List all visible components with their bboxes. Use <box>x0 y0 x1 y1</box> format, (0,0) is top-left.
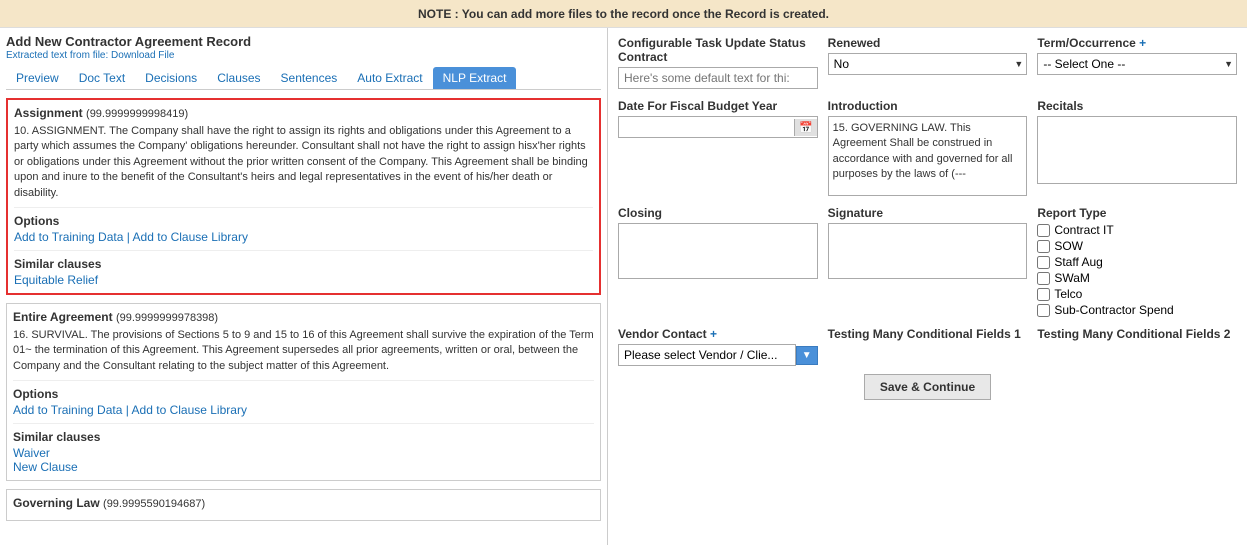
report-type-checkboxes: Contract IT SOW Staff Aug SWaM <box>1037 223 1237 317</box>
clause-governing-title: Governing Law (99.9995590194687) <box>13 496 594 510</box>
report-type-label: Report Type <box>1037 206 1237 220</box>
right-top-grid: Configurable Task Update Status Contract… <box>618 36 1237 89</box>
configurable-task-label: Configurable Task Update Status Contract <box>618 36 818 64</box>
clause-assignment-text: 10. ASSIGNMENT. The Company shall have t… <box>14 124 593 208</box>
similar-link-newclause[interactable]: New Clause <box>13 460 594 474</box>
checkbox-staffaug[interactable]: Staff Aug <box>1037 255 1237 269</box>
renewed-select[interactable]: No Yes <box>828 53 1028 75</box>
testing-fields-2-label: Testing Many Conditional Fields 2 <box>1037 327 1237 341</box>
testing-fields-1-group: Testing Many Conditional Fields 1 <box>828 327 1028 341</box>
calendar-icon[interactable]: 📅 <box>794 119 817 136</box>
clause-assignment-similar-links: Equitable Relief <box>14 273 593 287</box>
date-fiscal-group: Date For Fiscal Budget Year 📅 <box>618 99 818 196</box>
right-lower-grid: Closing Signature Report Type Contract I… <box>618 206 1237 317</box>
page-subtitle: Extracted text from file: Download File <box>6 50 601 61</box>
tab-decisions[interactable]: Decisions <box>135 67 207 89</box>
report-type-group: Report Type Contract IT SOW Staff Aug <box>1037 206 1237 317</box>
configurable-task-group: Configurable Task Update Status Contract <box>618 36 818 89</box>
configurable-task-input[interactable] <box>618 67 818 89</box>
tab-preview[interactable]: Preview <box>6 67 69 89</box>
left-panel: Add New Contractor Agreement Record Extr… <box>0 28 608 545</box>
testing-fields-1-label: Testing Many Conditional Fields 1 <box>828 327 1028 341</box>
similar-link-waiver[interactable]: Waiver <box>13 446 594 460</box>
banner-text: NOTE : You can add more files to the rec… <box>418 7 829 21</box>
renewed-select-wrapper: No Yes <box>828 53 1028 75</box>
renewed-group: Renewed No Yes <box>828 36 1028 89</box>
recitals-textarea[interactable] <box>1037 116 1237 184</box>
right-bottom-grid: Vendor Contact + Please select Vendor / … <box>618 327 1237 366</box>
top-banner: NOTE : You can add more files to the rec… <box>0 0 1247 28</box>
tab-doctext[interactable]: Doc Text <box>69 67 135 89</box>
vendor-dropdown-btn[interactable]: ▼ <box>796 346 818 365</box>
add-to-training-data-link-1[interactable]: Add to Training Data <box>14 230 123 244</box>
date-input-wrapper: 📅 <box>618 116 818 138</box>
tab-bar: Preview Doc Text Decisions Clauses Sente… <box>6 67 601 90</box>
date-fiscal-input[interactable] <box>619 117 794 137</box>
clause-assignment-title: Assignment (99.9999999998419) <box>14 106 593 120</box>
page-title: Add New Contractor Agreement Record <box>6 34 601 49</box>
clause-entire-options-links: Add to Training Data | Add to Clause Lib… <box>13 403 594 424</box>
clause-entire-title: Entire Agreement (99.9999999978398) <box>13 310 594 324</box>
clause-entire-similar-label: Similar clauses <box>13 430 594 444</box>
testing-fields-2-group: Testing Many Conditional Fields 2 <box>1037 327 1237 341</box>
signature-label: Signature <box>828 206 1028 220</box>
clause-assignment: Assignment (99.9999999998419) 10. ASSIGN… <box>6 98 601 295</box>
tab-nlpextract[interactable]: NLP Extract <box>433 67 517 89</box>
introduction-label: Introduction <box>828 99 1028 113</box>
vendor-select[interactable]: Please select Vendor / Clie... <box>618 344 796 366</box>
checkbox-contract-it[interactable]: Contract IT <box>1037 223 1237 237</box>
tab-autoextract[interactable]: Auto Extract <box>347 67 432 89</box>
checkbox-staffaug-input[interactable] <box>1037 256 1050 269</box>
vendor-select-wrapper: Please select Vendor / Clie... ▼ <box>618 344 818 366</box>
checkbox-sow[interactable]: SOW <box>1037 239 1237 253</box>
recitals-group: Recitals <box>1037 99 1237 196</box>
save-continue-button[interactable]: Save & Continue <box>864 374 991 400</box>
checkbox-sow-input[interactable] <box>1037 240 1050 253</box>
date-fiscal-label: Date For Fiscal Budget Year <box>618 99 818 113</box>
term-occurrence-group: Term/Occurrence + -- Select One -- Optio… <box>1037 36 1237 89</box>
clause-assignment-options-label: Options <box>14 214 593 228</box>
checkbox-subcontractor[interactable]: Sub-Contractor Spend <box>1037 303 1237 317</box>
clause-entire-text: 16. SURVIVAL. The provisions of Sections… <box>13 328 594 381</box>
clause-entire-options-label: Options <box>13 387 594 401</box>
term-occurrence-select[interactable]: -- Select One -- Option 1 Option 2 <box>1037 53 1237 75</box>
term-occurrence-label: Term/Occurrence + <box>1037 36 1237 50</box>
signature-group: Signature <box>828 206 1028 317</box>
vendor-contact-label: Vendor Contact + <box>618 327 818 341</box>
tab-clauses[interactable]: Clauses <box>207 67 270 89</box>
right-mid-grid: Date For Fiscal Budget Year 📅 Introducti… <box>618 99 1237 196</box>
term-occurrence-select-wrapper: -- Select One -- Option 1 Option 2 <box>1037 53 1237 75</box>
clause-entire-similar-links: Waiver New Clause <box>13 446 594 474</box>
add-to-clause-library-link-1[interactable]: Add to Clause Library <box>133 230 248 244</box>
closing-group: Closing <box>618 206 818 317</box>
closing-label: Closing <box>618 206 818 220</box>
checkbox-swam[interactable]: SWaM <box>1037 271 1237 285</box>
clause-assignment-similar-label: Similar clauses <box>14 257 593 271</box>
vendor-contact-group: Vendor Contact + Please select Vendor / … <box>618 327 818 366</box>
checkbox-telco[interactable]: Telco <box>1037 287 1237 301</box>
term-occurrence-plus-icon[interactable]: + <box>1139 36 1146 50</box>
renewed-label: Renewed <box>828 36 1028 50</box>
similar-link-equitable[interactable]: Equitable Relief <box>14 273 593 287</box>
checkbox-contract-it-input[interactable] <box>1037 224 1050 237</box>
clause-entire-agreement: Entire Agreement (99.9999999978398) 16. … <box>6 303 601 481</box>
clause-governing-law: Governing Law (99.9995590194687) <box>6 489 601 521</box>
clause-assignment-options-links: Add to Training Data | Add to Clause Lib… <box>14 230 593 251</box>
closing-textarea[interactable] <box>618 223 818 279</box>
checkbox-subcontractor-input[interactable] <box>1037 304 1050 317</box>
checkbox-telco-input[interactable] <box>1037 288 1050 301</box>
checkbox-swam-input[interactable] <box>1037 272 1050 285</box>
introduction-text: 15. GOVERNING LAW. This Agreement Shall … <box>828 116 1028 196</box>
right-panel: Configurable Task Update Status Contract… <box>608 28 1247 545</box>
introduction-group: Introduction 15. GOVERNING LAW. This Agr… <box>828 99 1028 196</box>
add-to-training-data-link-2[interactable]: Add to Training Data <box>13 403 122 417</box>
tab-sentences[interactable]: Sentences <box>271 67 348 89</box>
add-to-clause-library-link-2[interactable]: Add to Clause Library <box>132 403 247 417</box>
vendor-contact-plus-icon[interactable]: + <box>710 327 717 341</box>
recitals-label: Recitals <box>1037 99 1237 113</box>
signature-textarea[interactable] <box>828 223 1028 279</box>
